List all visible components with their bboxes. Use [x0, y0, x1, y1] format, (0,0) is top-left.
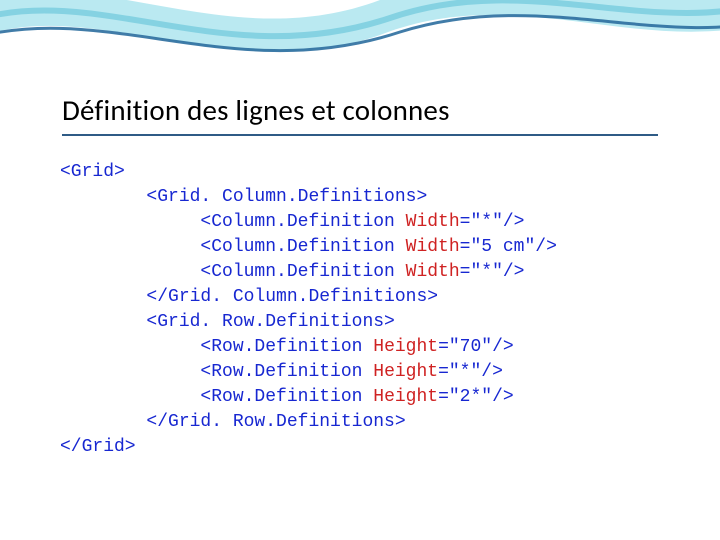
code-line: <Grid. Row.Definitions> — [60, 312, 395, 332]
title-underline — [62, 134, 658, 136]
code-line: ="*"/> — [460, 262, 525, 282]
code-line: ="*"/> — [438, 362, 503, 382]
code-attr: Height — [373, 337, 438, 357]
code-attr: Width — [406, 237, 460, 257]
code-attr: Height — [373, 387, 438, 407]
code-line: <Row.Definition — [60, 362, 373, 382]
code-line: </Grid> — [60, 437, 136, 457]
code-line: </Grid. Row.Definitions> — [60, 412, 406, 432]
code-line: ="2*"/> — [438, 387, 514, 407]
code-line: <Column.Definition — [60, 262, 406, 282]
code-line: </Grid. Column.Definitions> — [60, 287, 438, 307]
code-line: ="70"/> — [438, 337, 514, 357]
code-line: <Grid. Column.Definitions> — [60, 187, 427, 207]
code-attr: Height — [373, 362, 438, 382]
code-attr: Width — [406, 212, 460, 232]
code-attr: Width — [406, 262, 460, 282]
xaml-code-block: <Grid> <Grid. Column.Definitions> <Colum… — [60, 160, 557, 460]
code-line: <Row.Definition — [60, 337, 373, 357]
code-line: <Column.Definition — [60, 212, 406, 232]
code-line: <Column.Definition — [60, 237, 406, 257]
code-line: ="*"/> — [460, 212, 525, 232]
code-line: ="5 cm"/> — [460, 237, 557, 257]
slide-title: Définition des lignes et colonnes — [62, 92, 450, 128]
code-line: <Grid> — [60, 162, 125, 182]
code-line: <Row.Definition — [60, 387, 373, 407]
